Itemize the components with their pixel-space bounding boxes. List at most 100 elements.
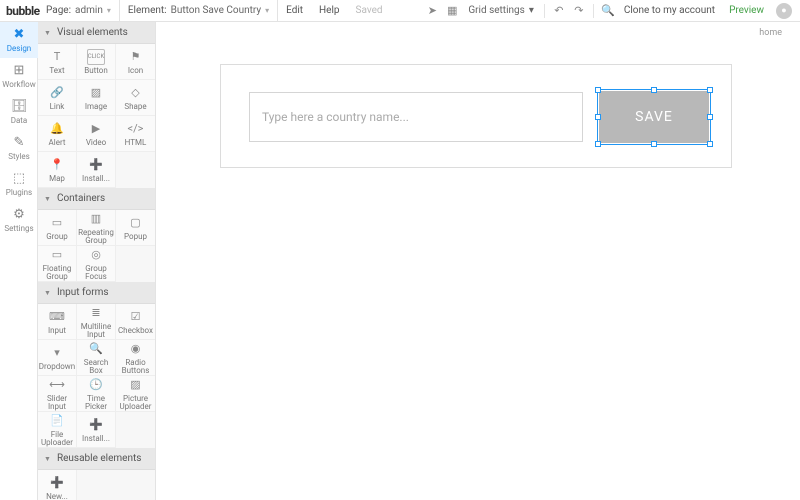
palette-slider[interactable]: ⟷Slider Input [38,376,77,412]
help-menu[interactable]: Help [311,5,347,16]
canvas-save-button[interactable]: SAVE [599,91,709,143]
nav-data[interactable]: 🗄Data [0,94,38,130]
palette-searchbox[interactable]: 🔍Search Box [77,340,116,376]
item-label: Video [86,139,106,147]
design-icon: ✖ [14,27,25,42]
grid-settings-dropdown[interactable]: Grid settings ▾ [462,5,540,16]
canvas-group-container[interactable]: Type here a country name... SAVE [220,64,732,168]
palette-install-visual[interactable]: ➕ Install... [77,152,116,188]
palette-section-inputs[interactable]: ▼Input forms [38,282,155,304]
canvas-input-country[interactable]: Type here a country name... [249,92,583,142]
nav-label: Workflow [2,80,35,89]
grid-tool-icon[interactable]: ▦ [442,4,462,17]
palette-group[interactable]: ▭Group [38,210,77,246]
palette-timepicker[interactable]: 🕒Time Picker [77,376,116,412]
palette-popup[interactable]: ▢Popup [116,210,155,246]
palette-text[interactable]: TText [38,44,77,80]
alert-icon: 🔔 [48,121,66,137]
palette-section-visual[interactable]: ▼ Visual elements [38,22,155,44]
item-label: Alert [49,139,66,147]
collapse-icon: ▼ [44,195,51,203]
item-label: Radio Buttons [116,359,155,375]
design-canvas[interactable]: home Type here a country name... SAVE [156,22,800,500]
item-label: Time Picker [77,395,115,411]
palette-section-containers[interactable]: ▼ Containers [38,188,155,210]
palette-multiline[interactable]: ≣ Multiline Input [77,304,116,340]
item-label: Popup [124,233,147,241]
shape-icon: ◇ [127,85,145,101]
html-icon: </> [127,121,145,137]
group-focus-icon: ◎ [87,247,105,263]
palette-dropdown[interactable]: ▾Dropdown [38,340,77,376]
palette-file-uploader[interactable]: 📄File Uploader [38,412,77,448]
palette-checkbox[interactable]: ☑Checkbox [116,304,155,340]
nav-design[interactable]: ✖Design [0,22,38,58]
plus-icon: ➕ [87,157,105,173]
redo-icon[interactable]: ↷ [569,4,589,17]
nav-rail: ✖Design ⊞Workflow 🗄Data ✎Styles ⬚Plugins… [0,22,38,500]
item-label: Search Box [77,359,115,375]
palette-icon[interactable]: ⚑Icon [116,44,155,80]
data-icon: 🗄 [11,99,28,114]
user-avatar[interactable]: ● [776,3,792,19]
nav-styles[interactable]: ✎Styles [0,130,38,166]
palette-picture-uploader[interactable]: ▨Picture Uploader [116,376,155,412]
checkbox-icon: ☑ [127,309,145,325]
collapse-icon: ▼ [44,29,51,37]
edit-menu[interactable]: Edit [278,5,311,16]
logo: bubble [0,4,38,18]
item-label: Button [84,67,108,75]
palette-repeating-group[interactable]: ▥Repeating Group [77,210,116,246]
radio-icon: ◉ [127,341,145,357]
element-selector-value: Button Save Country [171,5,262,16]
nav-workflow[interactable]: ⊞Workflow [0,58,38,94]
palette-html[interactable]: </>HTML [116,116,155,152]
section-title: Input forms [57,287,109,298]
palette-section-reusable[interactable]: ▼Reusable elements [38,448,155,470]
section-title: Containers [57,193,105,204]
item-label: Input [48,327,66,335]
button-icon: CLICK [87,49,105,65]
palette-shape[interactable]: ◇Shape [116,80,155,116]
plus-icon: ➕ [48,475,66,491]
clone-button[interactable]: Clone to my account [618,5,721,16]
palette-image[interactable]: ▨Image [77,80,116,116]
palette-floating-group[interactable]: ▭Floating Group [38,246,77,282]
breadcrumb-home[interactable]: home [759,28,782,38]
preview-button[interactable]: Preview [721,5,772,16]
pointer-tool-icon[interactable]: ➤ [422,4,442,17]
element-selector[interactable]: Element: Button Save Country ▾ [120,0,278,22]
palette-install-inputs[interactable]: ➕Install... [77,412,116,448]
item-label: Image [85,103,107,111]
palette-radio[interactable]: ◉ Radio Buttons [116,340,155,376]
multiline-icon: ≣ [87,305,105,321]
palette-new-reusable[interactable]: ➕New... [38,470,77,500]
chevron-down-icon: ▾ [529,5,534,16]
palette-video[interactable]: ▶Video [77,116,116,152]
item-label: Install... [82,175,110,183]
item-label: Multiline Input [77,323,115,339]
element-palette: ▼ Visual elements TText CLICK Button ⚑Icon… [38,22,156,500]
palette-link[interactable]: 🔗Link [38,80,77,116]
palette-button[interactable]: CLICK Button [77,44,116,80]
undo-icon[interactable]: ↶ [549,4,569,17]
palette-alert[interactable]: 🔔 Alert [38,116,77,152]
styles-icon: ✎ [14,135,25,150]
collapse-icon: ▼ [44,455,51,463]
palette-group-focus[interactable]: ◎Group Focus [77,246,116,282]
nav-plugins[interactable]: ⬚Plugins [0,166,38,202]
nav-settings[interactable]: ⚙ Settings [0,202,38,238]
gear-icon: ⚙ [13,207,25,222]
palette-map[interactable]: 📍Map [38,152,77,188]
page-selector[interactable]: Page: admin ▾ [38,0,120,22]
palette-input[interactable]: ⌨Input [38,304,77,340]
nav-label: Settings [4,224,33,233]
floating-group-icon: ▭ [48,247,66,263]
search-icon[interactable]: 🔍 [598,4,618,17]
grid-settings-label: Grid settings [468,5,525,16]
item-label: Text [49,67,64,75]
item-label: Repeating Group [77,229,115,245]
chevron-down-icon: ▾ [107,6,111,15]
section-title: Visual elements [57,27,128,38]
item-label: Picture Uploader [116,395,155,411]
